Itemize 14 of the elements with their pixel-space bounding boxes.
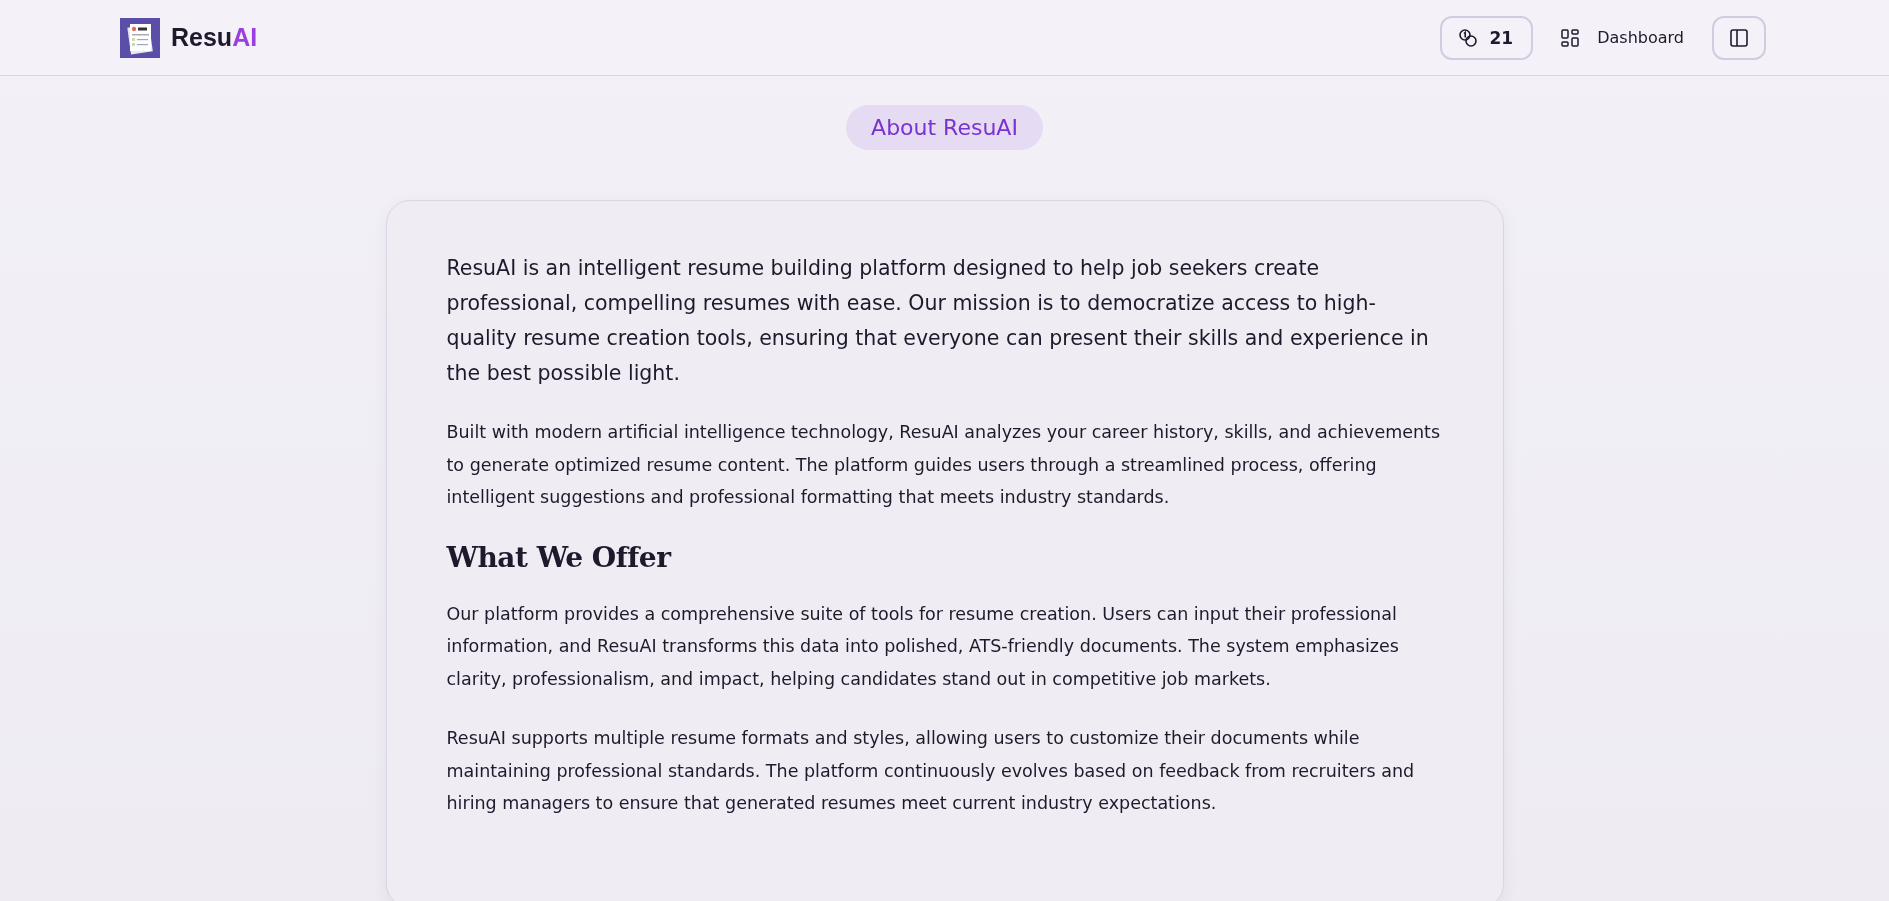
credits-button[interactable]: 21	[1439, 15, 1534, 60]
body-paragraph: Our platform provides a comprehensive suite of tools for resume creation. Users can input their professional information, and ResuAI transforms this data into polished, ATS-friendly documents. The system emphasizes clarity, professionalism, and impact, helping candidates stand out in competitive job markets.	[446, 602, 1400, 691]
dashboard-link[interactable]: Dashboard	[1547, 15, 1698, 60]
body-paragraph: Built with modern artificial intelligence technology, ResuAI analyzes your career history, skills, and achievements to generate optimized resume content. The platform guides users through a streamlined process, offering intelligent suggestions and professional formatting that meets industry standards.	[446, 421, 1442, 509]
dashboard-icon	[1561, 28, 1580, 47]
resume-logo-icon[interactable]	[120, 17, 160, 58]
body-paragraph: ResuAI supports multiple resume formats and styles, allowing users to customize their documents while maintaining professional standards. The platform continuously evolves based on feedback from recruiters and hiring managers to ensure that generated resumes meet current industry expectations.	[446, 727, 1416, 815]
intro-paragraph: ResuAI is an intelligent resume building platform designed to help job seekers create professional, compelling resumes with ease. Our mission is to democratize access to high-quality resume creation tools, ensuring that everyone can present their skills and experience in the best possible light.	[446, 255, 1430, 387]
section-heading: What We Offer	[446, 540, 673, 574]
sidebar-toggle-button[interactable]	[1712, 15, 1766, 60]
brand-name[interactable]: ResuAI	[171, 23, 258, 52]
sidebar-icon	[1730, 28, 1748, 47]
page-title-badge: About ResuAI	[846, 105, 1043, 150]
coins-icon	[1457, 27, 1478, 48]
